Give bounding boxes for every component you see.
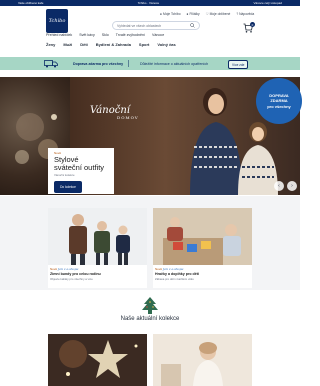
teaser-tag: Nově Jen v e-shopu [50,267,79,271]
teaser-image-jackets [48,208,147,265]
utility-help[interactable]: ? Nápověda [236,12,254,16]
section-title-collections: Naše aktuální kolekce [120,316,180,322]
carousel-prev-button[interactable]: ‹ [274,181,284,191]
search-placeholder: Vyhledat ve všech oblastech [117,23,162,28]
heart-icon: ♡ [205,12,209,16]
utility-stores[interactable]: ● Filiálky [187,12,200,16]
truck-icon [44,60,58,68]
promo-banner: Doprava zdarma pro všechny Důležité info… [0,57,300,70]
hero-card-subtitle: Vánoční kolekce [54,173,75,177]
hero-banner[interactable]: Vánoční DOMOV [0,77,300,195]
christmas-tree-icon [142,297,158,314]
logo[interactable]: Tchibo [46,9,68,33]
user-icon: ● [160,12,162,16]
topbar-center[interactable]: Tchibo · Vánoce [138,1,160,5]
teaser-tag: Nově Jen v e-shopu [155,267,184,271]
nav-discounts[interactable]: Trvalé zvýhodnění [116,33,145,37]
teaser-tile-jackets[interactable]: Nově Jen v e-shopu Zimní bundy pro celou … [48,208,147,288]
primary-nav: Ženy Muži Děti Bydlení & Zahrada Sport V… [46,42,176,47]
collection-image-home[interactable] [153,334,252,386]
nav-sport[interactable]: Sport [139,42,149,47]
promo-info: Důležité informace o aktuálních opatření… [140,62,209,66]
cart-count-badge: 0 [250,22,255,27]
hero-card: Nově Stylové sváteční outfity Vánoční ko… [48,148,114,194]
nav-women[interactable]: Ženy [46,42,55,47]
nav-kids[interactable]: Děti [80,42,88,47]
teaser-title: Hračky a doplňky pro děti [155,272,199,276]
utility-favorites[interactable]: ♡ Moje oblíbené [206,12,231,16]
topbar-right[interactable]: Vánoce celý Listopad [253,1,282,5]
teaser-tile-toys[interactable]: Nově Jen v e-shopu Hračky a doplňky pro d… [153,208,252,288]
promo-divider [128,60,129,67]
nav-home-garden[interactable]: Bydlení & Zahrada [96,42,131,47]
nav-christmas[interactable]: Vánoce [152,33,164,37]
nav-offers[interactable]: Přehled nabídek [46,33,72,37]
pin-icon: ● [186,12,189,16]
search-icon[interactable] [190,23,195,28]
teaser-image-toys [153,208,252,265]
secondary-nav: Přehled nabídek Svět kávy Sklo Trvalé zv… [46,33,164,37]
search-input[interactable]: Vyhledat ve všech oblastech [112,21,200,30]
help-icon: ? [236,12,239,16]
carousel-next-button[interactable]: › [287,181,297,191]
topbar-left[interactable]: Vaše oblíbené kafe [18,1,43,5]
chevron-right-icon: › [291,183,293,189]
promo-free-shipping: Doprava zdarma pro všechny [73,62,124,66]
free-shipping-badge: DOPRAVA ZDARMA pro všechny [256,78,302,124]
teaser-subtitle: Zábava pro děti v každém věku [155,277,194,281]
collection-image-stars[interactable] [48,334,147,386]
nav-glass[interactable]: Sklo [102,33,109,37]
teaser-title: Zimní bundy pro celou rodinu [50,272,101,276]
utility-nav: ● Moje Tchibo ● Filiálky ♡ Moje oblíbené ? N… [160,12,254,16]
nav-leisure[interactable]: Volný čas [157,42,175,47]
hero-cta-button[interactable]: Do kolekce [54,181,82,193]
teaser-subtitle: Objevte kabáty pro všechny a více [50,277,93,281]
utility-my-tchibo[interactable]: ● Moje Tchibo [160,12,181,16]
nav-men[interactable]: Muži [63,42,72,47]
nav-coffee[interactable]: Svět kávy [79,33,95,37]
hero-card-title: Stylové sváteční outfity [54,155,105,172]
teaser-section [0,196,300,290]
chevron-left-icon: ‹ [278,183,280,189]
hero-script-subtitle: DOMOV [117,115,139,120]
promo-more-button[interactable]: Více zde [228,60,249,69]
header: Tchibo ● Moje Tchibo ● Filiálky ♡ Moje oblí… [0,6,300,36]
